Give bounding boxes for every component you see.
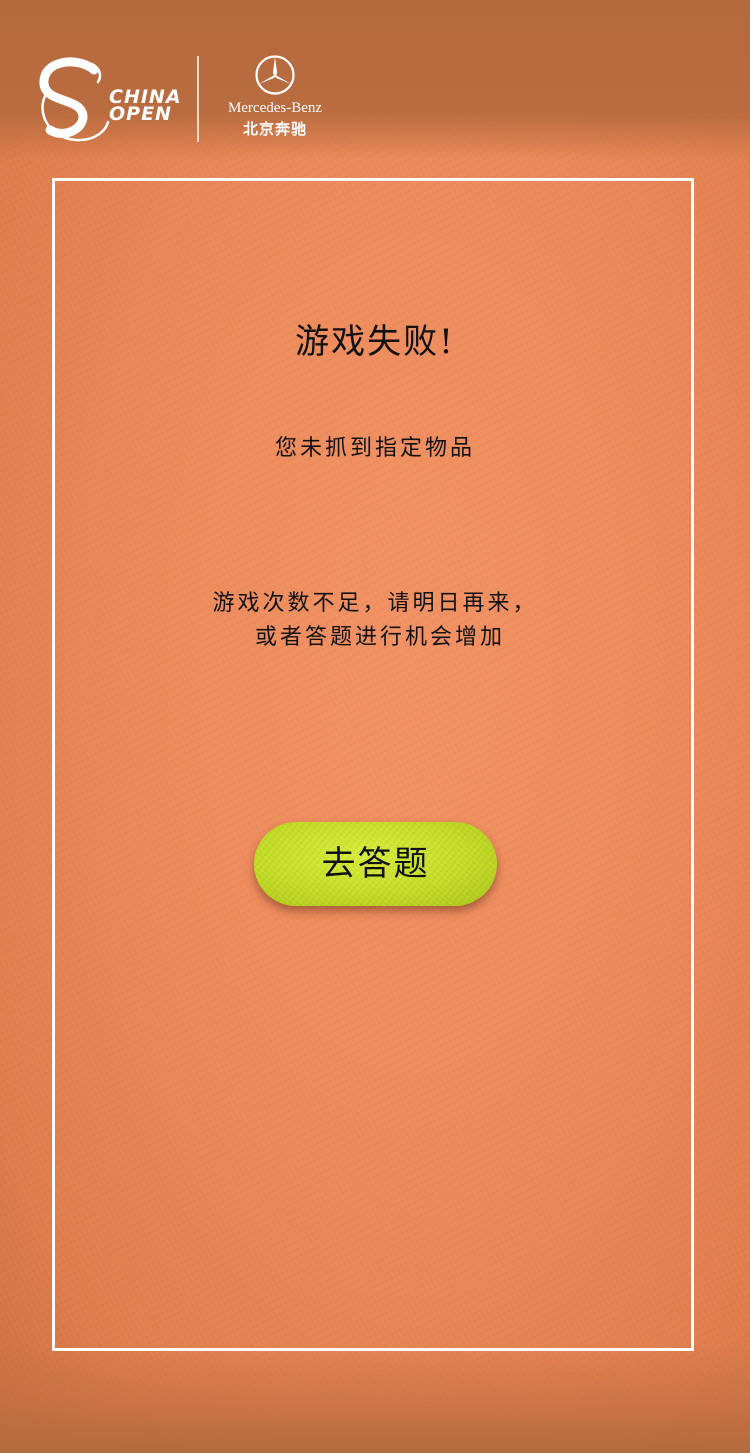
- dialog-message-line2: 或者答题进行机会增加: [254, 625, 505, 650]
- go-answer-button-label: 去答题: [321, 844, 430, 884]
- dialog-subtitle: 您未抓到指定物品: [274, 436, 475, 461]
- sponsor-name-cn: 北京奔驰: [242, 120, 307, 138]
- china-open-logo-icon: [39, 57, 110, 142]
- go-answer-button[interactable]: 去答题: [254, 822, 497, 906]
- dialog-title: 游戏失败!: [295, 322, 455, 362]
- china-open-line2: OPEN: [109, 103, 172, 125]
- header-divider: [197, 56, 199, 142]
- china-open-logo: CHINA OPEN: [36, 54, 181, 146]
- footer-band: [0, 1343, 750, 1453]
- dialog-message-line1: 游戏次数不足，请明日再来，: [212, 591, 538, 616]
- mercedes-star-icon: [255, 55, 295, 95]
- mercedes-benz-logo: Mercedes-Benz 北京奔驰: [215, 52, 335, 144]
- sponsor-name: Mercedes-Benz: [227, 100, 323, 116]
